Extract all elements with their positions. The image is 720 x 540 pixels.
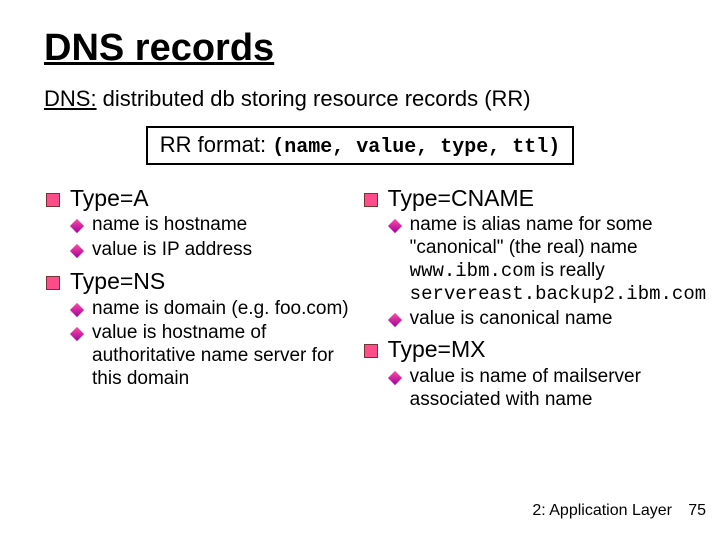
type-ns-sub2: value is hostname of authoritative name … [92,322,354,390]
square-bullet-icon [46,276,60,290]
rr-format-box-wrap: RR format: (name, value, type, ttl) [44,126,676,165]
cname-sub1a: name is alias name for some "canonical" … [410,214,653,258]
slide: DNS records DNS: distributed db storing … [0,0,720,540]
type-mx-sub1: value is name of mailserver associated w… [410,366,706,412]
subbullet-type-a-1: name is hostname [72,214,354,237]
subbullet-type-a-2: value is IP address [72,239,354,262]
bullet-type-a: Type=A [44,185,354,213]
type-a-sub2: value is IP address [92,239,252,262]
slide-title: DNS records [44,28,676,70]
subbullet-type-cname-1: name is alias name for some "canonical" … [390,214,706,305]
bullet-type-mx: Type=MX [362,336,706,364]
type-ns-heading: Type=NS [70,268,165,296]
right-column: Type=CNAME name is alias name for some "… [362,179,706,414]
rr-format-tuple: (name, value, type, ttl) [272,136,560,159]
cname-code2: servereast.backup2.ibm.com [410,283,706,305]
square-bullet-icon [364,344,378,358]
diamond-bullet-icon [70,303,84,317]
footer-text: 2: Application Layer [532,502,672,520]
diamond-bullet-icon [388,371,402,385]
cname-mid: is really [535,260,605,281]
subtitle-prefix: DNS: [44,86,97,111]
type-cname-sub2: value is canonical name [410,308,613,331]
two-columns: Type=A name is hostname value is IP addr… [44,179,676,414]
diamond-bullet-icon [70,219,84,233]
type-mx-heading: Type=MX [388,336,486,364]
subbullet-type-ns-1: name is domain (e.g. foo.com) [72,298,354,321]
bullet-type-cname: Type=CNAME [362,185,706,213]
type-cname-heading: Type=CNAME [388,185,534,213]
square-bullet-icon [46,193,60,207]
slide-subtitle: DNS: distributed db storing resource rec… [44,86,676,112]
page-number: 75 [688,502,706,520]
cname-code1: www.ibm.com [410,260,535,282]
subbullet-type-ns-2: value is hostname of authoritative name … [72,322,354,390]
subbullet-type-mx-1: value is name of mailserver associated w… [390,366,706,412]
type-a-sub1: name is hostname [92,214,247,237]
subtitle-rest: distributed db storing resource records … [97,86,531,111]
bullet-type-ns: Type=NS [44,268,354,296]
type-a-heading: Type=A [70,185,149,213]
diamond-bullet-icon [388,219,402,233]
diamond-bullet-icon [70,244,84,258]
rr-format-box: RR format: (name, value, type, ttl) [146,126,575,165]
rr-format-label: RR format: [160,132,272,157]
diamond-bullet-icon [388,313,402,327]
diamond-bullet-icon [70,327,84,341]
square-bullet-icon [364,193,378,207]
subbullet-type-cname-2: value is canonical name [390,308,706,331]
left-column: Type=A name is hostname value is IP addr… [44,179,354,414]
type-ns-sub1: name is domain (e.g. foo.com) [92,298,349,321]
type-cname-sub1: name is alias name for some "canonical" … [410,214,706,305]
